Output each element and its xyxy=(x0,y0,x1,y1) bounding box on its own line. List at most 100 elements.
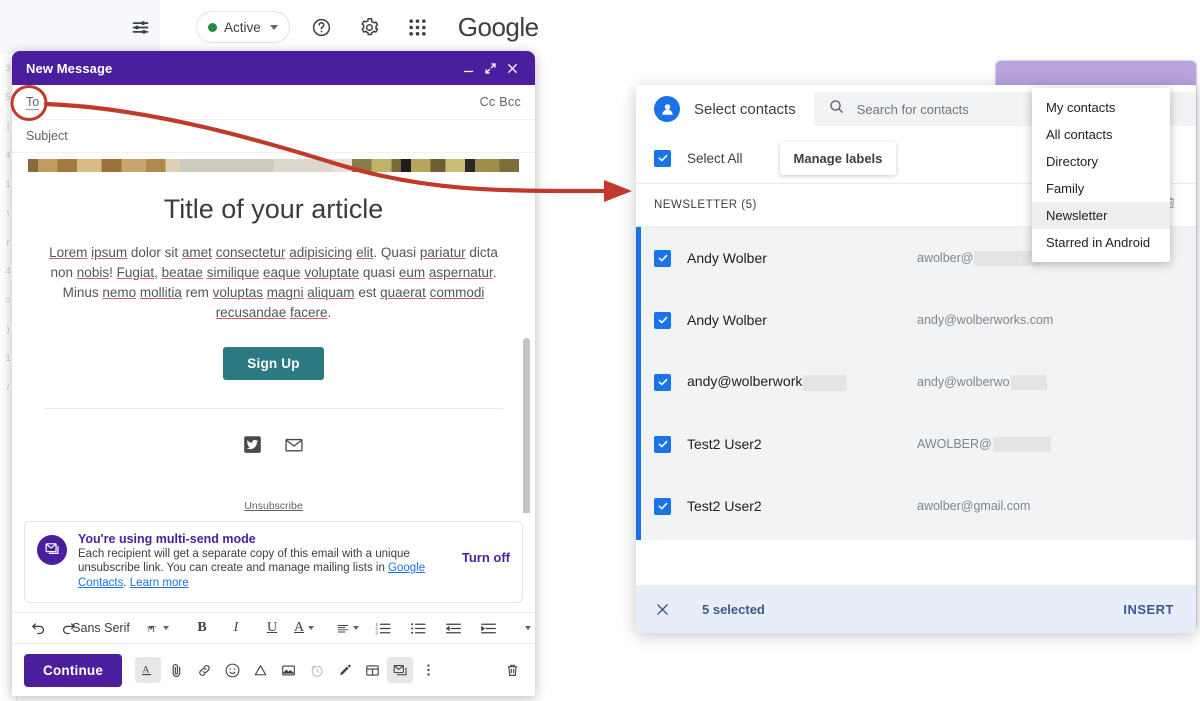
status-label: Active xyxy=(224,19,261,35)
insert-photo-icon[interactable] xyxy=(275,657,301,683)
tune-icon[interactable] xyxy=(120,7,160,47)
insert-link-icon[interactable] xyxy=(191,657,217,683)
insert-drive-icon[interactable] xyxy=(247,657,273,683)
unsubscribe-link[interactable]: Unsubscribe xyxy=(244,500,302,512)
contact-row[interactable]: Test2 User2 awolber@gmail.com xyxy=(636,475,1196,537)
indent-less-icon[interactable] xyxy=(439,616,467,640)
attach-file-icon[interactable] xyxy=(163,657,189,683)
indent-more-icon[interactable] xyxy=(474,616,502,640)
spellcheck-word: similique xyxy=(206,265,260,280)
contact-rows-container: Andy Wolber awolber@ Andy Wolber andy@wolbe… xyxy=(636,227,1196,537)
close-icon[interactable] xyxy=(654,601,671,618)
spellcheck-word: consectetur xyxy=(215,245,286,260)
chevron-down-icon xyxy=(353,626,359,630)
confidential-mode-icon[interactable] xyxy=(303,657,329,683)
dropdown-item-family[interactable]: Family xyxy=(1032,175,1170,202)
email-content-canvas[interactable]: Title of your article Lorem ipsum dolor … xyxy=(12,153,535,513)
signup-button-wrap: Sign Up xyxy=(12,347,535,380)
contact-checkbox[interactable] xyxy=(654,435,671,453)
italic-button[interactable]: I xyxy=(218,616,254,640)
text-color-label: A xyxy=(293,620,305,635)
dropdown-item-all-contacts[interactable]: All contacts xyxy=(1032,121,1170,148)
dropdown-item-directory[interactable]: Directory xyxy=(1032,148,1170,175)
spellcheck-word: voluptate xyxy=(304,265,360,280)
svg-text:T: T xyxy=(151,623,157,633)
contact-name: Andy Wolber xyxy=(687,312,767,328)
status-pill[interactable]: Active xyxy=(196,11,290,43)
multi-send-desc-part1: Each recipient will get a separate copy … xyxy=(78,547,410,575)
settings-gear-icon[interactable] xyxy=(350,7,390,47)
turn-off-button[interactable]: Turn off xyxy=(450,550,510,565)
minimize-button[interactable] xyxy=(457,57,479,79)
cc-bcc-link[interactable]: Cc Bcc xyxy=(480,95,521,109)
contact-name: andy@wolberwork xyxy=(687,373,917,391)
selected-count-label: 5 selected xyxy=(702,601,765,617)
paragraph-text: . xyxy=(327,305,332,320)
learn-more-link[interactable]: Learn more xyxy=(130,577,189,589)
help-icon[interactable] xyxy=(302,7,342,47)
dropdown-item-starred-in-android[interactable]: Starred in Android xyxy=(1032,229,1170,256)
layout-icon[interactable] xyxy=(359,657,385,683)
paragraph-text: rem xyxy=(181,285,213,300)
gmail-topbar-controls: Active Google xyxy=(120,0,550,54)
dropdown-item-newsletter[interactable]: Newsletter xyxy=(1032,202,1170,229)
contact-checkbox[interactable] xyxy=(654,249,671,267)
contact-checkbox[interactable] xyxy=(654,373,671,391)
align-icon[interactable] xyxy=(334,616,362,640)
manage-labels-button[interactable]: Manage labels xyxy=(779,141,897,175)
signup-button[interactable]: Sign Up xyxy=(223,347,324,380)
insert-signature-icon[interactable] xyxy=(331,657,357,683)
multi-send-icon[interactable] xyxy=(387,657,414,683)
paragraph-text: ! xyxy=(109,265,117,280)
contact-row[interactable]: Andy Wolber andy@wolberworks.com xyxy=(636,289,1196,351)
to-field-label[interactable]: To xyxy=(26,95,40,110)
email-icon[interactable] xyxy=(284,435,304,460)
twitter-icon[interactable] xyxy=(243,435,262,460)
underline-button[interactable]: U xyxy=(256,616,288,640)
search-icon xyxy=(828,98,845,120)
insert-emoji-icon[interactable] xyxy=(219,657,245,683)
chevron-down-icon xyxy=(308,626,315,630)
contact-email: andy@wolberwo xyxy=(917,374,1047,390)
close-icon[interactable] xyxy=(501,57,523,79)
subject-field-label[interactable]: Subject xyxy=(26,129,68,143)
contact-row[interactable]: andy@wolberwork andy@wolberwo xyxy=(636,351,1196,413)
text-color-button[interactable]: A xyxy=(290,616,318,640)
contact-row[interactable]: Test2 User2 AWOLBER@ xyxy=(636,413,1196,475)
paragraph-text: , xyxy=(154,265,162,280)
status-dot-icon xyxy=(208,22,217,32)
apps-grid-icon[interactable] xyxy=(398,7,438,47)
contact-checkbox[interactable] xyxy=(654,311,671,329)
contact-checkbox[interactable] xyxy=(654,497,671,515)
select-all-checkbox[interactable] xyxy=(654,149,671,167)
more-formatting-icon[interactable] xyxy=(512,616,535,640)
contact-email: AWOLBER@ xyxy=(917,436,1051,452)
undo-icon[interactable] xyxy=(24,616,52,640)
compose-subject-row[interactable]: Subject xyxy=(12,120,535,153)
bold-button[interactable]: B xyxy=(188,616,216,640)
email-social-row xyxy=(12,435,535,460)
hero-banner-image xyxy=(28,159,519,172)
continue-button[interactable]: Continue xyxy=(24,653,123,687)
spellcheck-word: quaerat xyxy=(380,285,426,300)
format-text-icon[interactable]: A xyxy=(135,657,162,683)
redacted-block xyxy=(1010,374,1047,390)
numbered-list-icon[interactable]: 1 2 3 xyxy=(369,616,397,640)
compose-to-row[interactable]: To Cc Bcc xyxy=(12,85,535,120)
dialog-footer: 5 selected INSERT xyxy=(636,585,1196,633)
redacted-block xyxy=(803,374,848,391)
contacts-list[interactable]: Andy Wolber awolber@ Andy Wolber andy@wolbe… xyxy=(636,227,1196,585)
email-body-scrollbar[interactable] xyxy=(523,338,530,513)
discard-draft-icon[interactable] xyxy=(499,657,525,683)
contacts-list-inner: Andy Wolber awolber@ Andy Wolber andy@wolbe… xyxy=(636,227,1196,540)
font-size-selector[interactable]: T T xyxy=(144,616,172,640)
insert-button[interactable]: INSERT xyxy=(1123,602,1174,617)
group-name-label: NEWSLETTER (5) xyxy=(654,199,757,211)
font-family-selector[interactable]: Sans Serif xyxy=(72,616,154,640)
bulleted-list-icon[interactable] xyxy=(404,616,432,640)
dialog-title: Select contacts xyxy=(694,100,796,118)
contact-name: Test2 User2 xyxy=(687,436,762,452)
dropdown-item-my-contacts[interactable]: My contacts xyxy=(1032,94,1170,121)
more-options-icon[interactable] xyxy=(415,657,441,683)
expand-button[interactable] xyxy=(479,57,501,79)
